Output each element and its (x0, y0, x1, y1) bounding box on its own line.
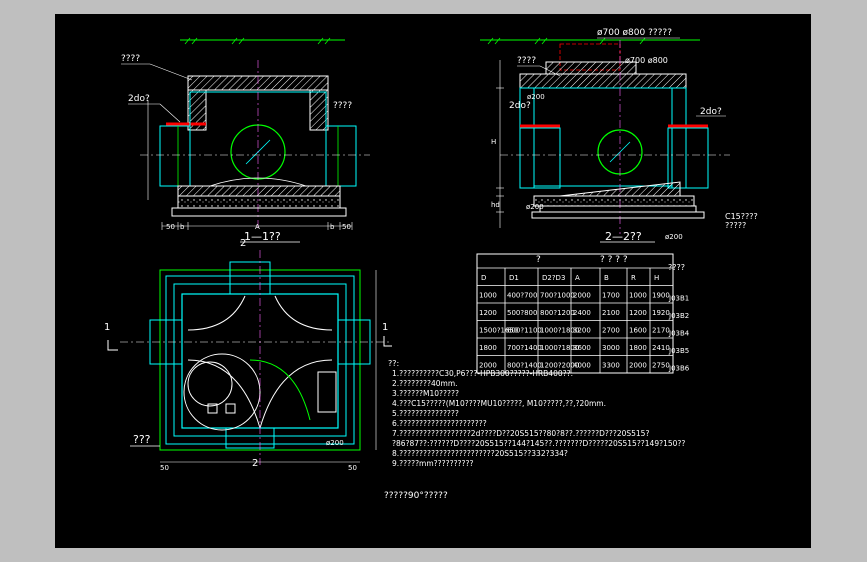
label-pipe-top2: ø700 ø800 (625, 56, 668, 65)
dim-50-plan-right: 50 (348, 464, 357, 472)
table-row-code: J03B2 (668, 312, 689, 320)
section-1-1 (140, 37, 370, 230)
label-c15: C15???? (725, 212, 758, 221)
label-fill-left: ???? (333, 101, 352, 111)
table-row-code: J03B6 (668, 365, 690, 373)
dim-b-right: b (330, 223, 335, 231)
label-2do-left: 2do? (128, 94, 150, 104)
section-1-title: 1—1?? (244, 230, 281, 243)
label-pipe-top: ø700 ø800 ????? (597, 28, 672, 38)
table-cell: 1000 (479, 292, 497, 300)
table-header-cell: H (654, 274, 659, 282)
plan-title: ??? (133, 433, 151, 446)
dimension-table: D D1 D2?D3 A B R H1000 400?700 700?10002000 1700 1… (476, 253, 690, 374)
label-2do-right-b: 2do? (700, 107, 722, 117)
table-cell: 2000 (573, 292, 591, 300)
marker-2-top: 2 (240, 238, 246, 249)
table-cell: 1900 (652, 292, 670, 300)
plan-view (107, 250, 392, 465)
table-cell: 1000 (629, 292, 647, 300)
note-line: 8.????????????????????????20S515??332?33… (392, 449, 568, 458)
table-cell: 2410 (652, 344, 670, 352)
section-2-2 (480, 37, 730, 234)
table-cell: 600?1100 (507, 327, 542, 335)
label-2do-right-a: 2do? (509, 101, 531, 111)
note-line: 7.??????????????????2d????D??20S515??80?… (392, 429, 649, 438)
note-line: 6.?????????????????????? (392, 419, 487, 428)
marker-1-right: 1 (382, 322, 388, 333)
note-line: 2.????????40mm. (392, 379, 458, 388)
table-row-code: J03B1 (668, 295, 689, 303)
dim-200-c: ø200 (665, 233, 683, 241)
dim-50-left: 50 (166, 223, 175, 231)
table-header-cell: D (481, 274, 486, 282)
dim-hd: hd (491, 201, 500, 209)
dim-50-right: 50 (342, 223, 351, 231)
table-caption-right: ? ? ? ? (600, 255, 628, 265)
dim-b-left: b (180, 223, 185, 231)
dim-50-plan-left: 50 (160, 464, 169, 472)
table-cell: 3300 (602, 362, 620, 370)
note-line: ?86?87??:??????D????20S515??144?145??.??… (392, 439, 685, 448)
table-cell: 3000 (602, 344, 620, 352)
table-cell: 4000 (573, 362, 591, 370)
table-caption-left: ? (536, 255, 541, 265)
table-cell: 500?800 (507, 309, 537, 317)
table-cell: 1800 (479, 344, 497, 352)
dim-200-d: ø200 (326, 439, 344, 447)
notes-heading: ??: (388, 359, 399, 368)
table-cell: 400?700 (507, 292, 537, 300)
table-cell: 2170 (652, 327, 670, 335)
table-header-cell: D2?D3 (542, 274, 565, 282)
table-row-code: J03B5 (668, 347, 689, 355)
table-cell: 1920 (652, 309, 670, 317)
marker-1-left: 1 (104, 322, 110, 333)
table-cell: 2750 (652, 362, 670, 370)
label-cover-right: ???? (517, 56, 536, 66)
table-cell: 1200 (629, 309, 647, 317)
dim-h: H (491, 138, 496, 146)
table-cell: 1200 (479, 309, 497, 317)
note-line: 1.??????????C30,P6???-HPB300?????-HRB400… (392, 369, 573, 378)
table-cell: 700?1400 (507, 344, 542, 352)
table-header-cell: R (631, 274, 636, 282)
table-cell: 3200 (573, 327, 591, 335)
dim-200-a: ø200 (527, 93, 545, 101)
cad-drawing: ???? 2do? ???? 50 b A b 50 1—1?? ø700 ø8… (104, 28, 758, 501)
note-line: 4.???C15?????(M10????MU10?????, M10?????… (392, 399, 606, 408)
table-cell: 2700 (602, 327, 620, 335)
table-cell: 2000 (629, 362, 647, 370)
label-c15b: ????? (725, 221, 746, 230)
marker-2-bottom: 2 (252, 458, 258, 469)
dim-200-b: ø200 (526, 203, 544, 211)
section-2-title: 2—2?? (605, 230, 642, 243)
scale-note: ?????90°????? (384, 491, 448, 501)
table-cell: 1700 (602, 292, 620, 300)
table-cell: 800?1200 (540, 309, 575, 317)
note-line: 3.??????M10????? (392, 389, 459, 398)
table-side-label: ???? (668, 263, 685, 272)
table-header-cell: B (604, 274, 609, 282)
table-cell: 700?1000 (540, 292, 575, 300)
label-cover-left: ???? (121, 54, 140, 64)
note-line: 9.?????mm?????????? (392, 459, 473, 468)
table-cell: 3600 (573, 344, 591, 352)
note-line: 5.??????????????? (392, 409, 459, 418)
table-cell: 1600 (629, 327, 647, 335)
table-row-code: J03B4 (668, 330, 690, 338)
table-header-cell: A (575, 274, 580, 282)
table-cell: 1800 (629, 344, 647, 352)
table-cell: 2100 (602, 309, 620, 317)
notes-list: 1.??????????C30,P6???-HPB300?????-HRB400… (392, 369, 685, 468)
table-cell: 2400 (573, 309, 591, 317)
table-header-cell: D1 (509, 274, 519, 282)
